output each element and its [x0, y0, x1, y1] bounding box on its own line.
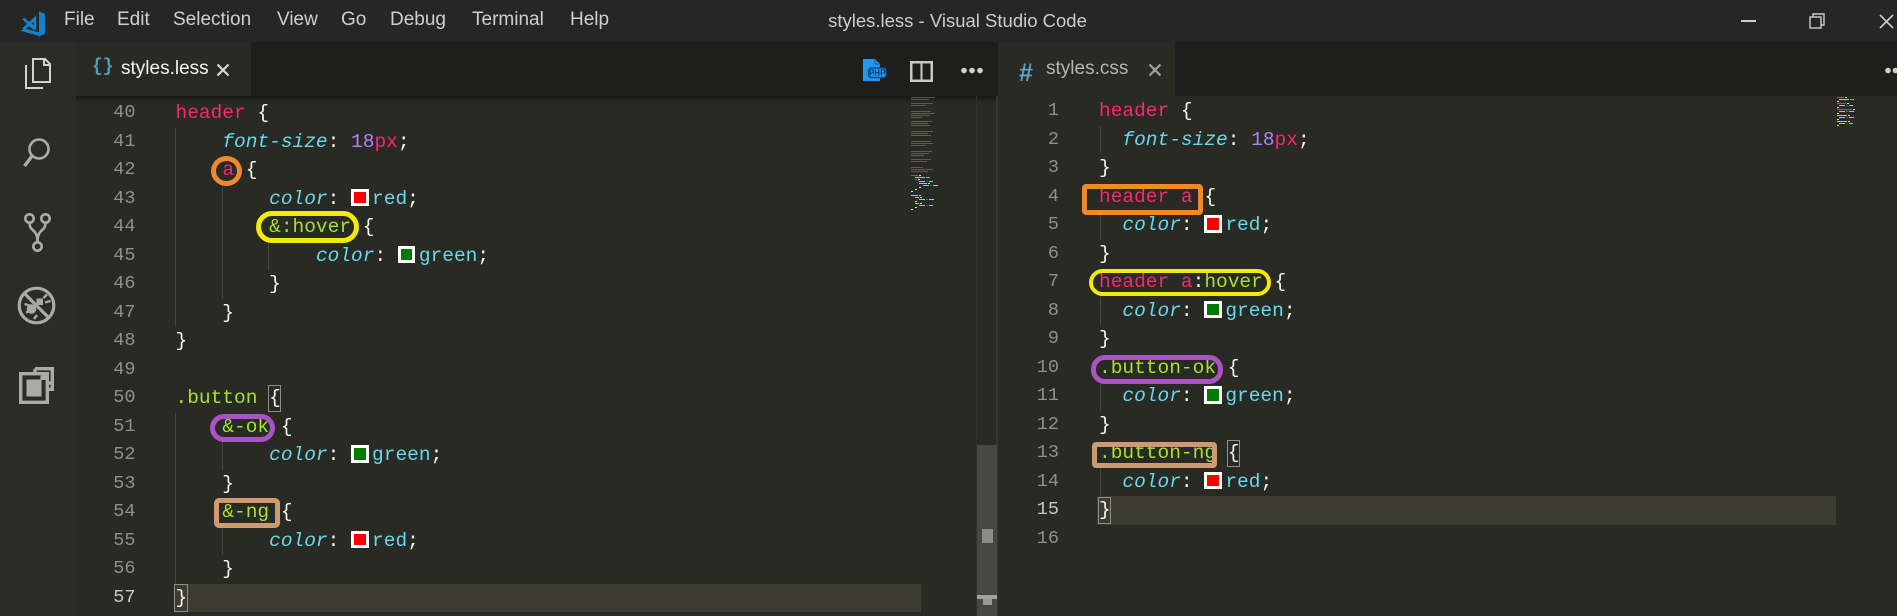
svg-text:PHP: PHP — [869, 69, 886, 78]
